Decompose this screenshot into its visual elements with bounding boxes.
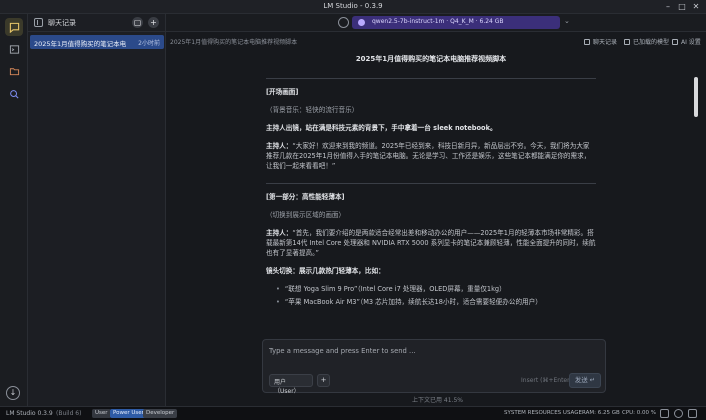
mode-developer-button[interactable]: Developer [143, 409, 178, 418]
chevron-down-icon[interactable]: ⌄ [564, 17, 570, 25]
insert-hint: Insert (⌘+Enter) [521, 377, 572, 384]
loaded-models-link[interactable]: 已加载的模型 [624, 37, 669, 46]
cpu-usage: CPU: 0.00 % [622, 410, 657, 416]
chat-item-title: 2025年1月值得购买的笔记本电脑... [34, 40, 126, 48]
section-heading: [第一部分：高性能轻薄本] [266, 193, 345, 201]
window-title: LM Studio - 0.3.9 [323, 2, 383, 10]
role-selector[interactable]: 用户（User） [269, 374, 313, 395]
stage-direction: 镜头切换：展示几款热门轻薄本，比如： [266, 267, 385, 275]
title-bar: LM Studio - 0.3.9 – □ ✕ [0, 0, 706, 14]
stage-note: （背景音乐：轻快的流行音乐） [266, 106, 359, 114]
sidebar-header: 聊天记录 ▢ + [28, 14, 166, 32]
list-item: “苹果 MacBook Air M3”（M3 芯片加持，续航长达18小时，适合需… [276, 297, 596, 307]
sidebar-title: 聊天记录 [48, 19, 76, 27]
help-icon[interactable] [674, 409, 683, 418]
chat-sidebar: 聊天记录 ▢ + 2025年1月值得购买的笔记本电脑... 2小时前 [28, 14, 166, 406]
ram-usage: RAM: 6.25 GB [582, 410, 620, 416]
model-icon [624, 39, 630, 45]
section-heading: [开场画面] [266, 88, 299, 96]
message-input[interactable] [269, 345, 599, 357]
top-toolbar: qwen2.5-7b-instruct-1m · Q4_K_M · 6.24 G… [166, 14, 706, 32]
product-list: “联想 Yoga Slim 9 Pro”（Intel Core i7 处理器，O… [276, 284, 596, 307]
new-folder-button[interactable]: ▢ [132, 17, 143, 28]
app-version: LM Studio 0.3.9 [6, 410, 53, 417]
minimize-icon[interactable]: – [662, 1, 674, 13]
scrollbar[interactable] [694, 52, 698, 352]
list-item: “联想 Yoga Slim 9 Pro”（Intel Core i7 处理器，O… [276, 284, 596, 294]
sliders-icon [672, 39, 678, 45]
message-composer: 用户（User） + Insert (⌘+Enter) 发送 ↵ [262, 339, 606, 395]
terminal-nav-button[interactable] [5, 40, 23, 58]
sidebar-toggle-icon[interactable] [34, 18, 43, 27]
maximize-icon[interactable]: □ [676, 1, 688, 13]
folder-icon [9, 67, 19, 75]
dialogue: 主持人：“大家好！欢迎来到我的频道。2025年已经到来，科技日新月异，新品层出不… [266, 142, 591, 170]
chat-nav-button[interactable] [5, 18, 23, 36]
stage-note: （切换到展示区域的画面） [266, 211, 346, 219]
settings-icon[interactable] [660, 409, 669, 418]
chat-list-item[interactable]: 2025年1月值得购买的笔记本电脑... 2小时前 [30, 35, 164, 49]
system-resources-label: SYSTEM RESOURCES USAGE: [504, 410, 584, 416]
model-icon [358, 19, 365, 26]
settings-icon[interactable] [338, 17, 349, 28]
search-nav-button[interactable] [5, 85, 23, 103]
chat-icon [9, 22, 19, 33]
new-chat-button[interactable]: + [148, 17, 159, 28]
activity-bar [0, 14, 28, 406]
model-name: qwen2.5-7b-instruct-1m · Q4_K_M · 6.24 G… [372, 18, 504, 25]
build-number: (Build 6) [56, 410, 82, 417]
model-selector[interactable]: qwen2.5-7b-instruct-1m · Q4_K_M · 6.24 G… [352, 16, 560, 29]
status-bar: LM Studio 0.3.9 (Build 6) User Power Use… [0, 406, 706, 420]
close-icon[interactable]: ✕ [690, 1, 702, 13]
history-icon [584, 39, 590, 45]
breadcrumb: 2025年1月值得购买的笔记本电脑推荐视频脚本 [170, 39, 298, 46]
chat-item-date: 2小时前 [138, 40, 160, 47]
assistant-message: 2025年1月值得购买的笔记本电脑推荐视频脚本 [开场画面] （背景音乐：轻快的… [266, 54, 596, 310]
folder-nav-button[interactable] [5, 62, 23, 80]
dialogue: 主持人：“首先，我们要介绍的是两款适合经常出差和移动办公的用户——2025年1月… [266, 229, 596, 257]
context-usage: 上下文已用 41.5% [412, 397, 463, 404]
chat-history-link[interactable]: 聊天记录 [584, 37, 617, 46]
doc-title: 2025年1月值得购买的笔记本电脑推荐视频脚本 [355, 55, 507, 63]
mode-user-button[interactable]: User [92, 409, 111, 418]
terminal-icon [9, 44, 19, 54]
search-icon [9, 89, 19, 99]
divider [266, 183, 596, 184]
divider [266, 78, 596, 79]
mode-power-user-button[interactable]: Power User [110, 409, 147, 418]
send-button[interactable]: 发送 ↵ [569, 373, 601, 388]
stage-direction: 主持人出镜，站在满是科技元素的背景下，手中拿着一台 sleek notebook… [266, 124, 497, 132]
ai-settings-link[interactable]: AI 设置 [672, 37, 701, 46]
download-icon[interactable]: ↓ [6, 386, 20, 400]
feedback-icon[interactable] [688, 409, 697, 418]
scrollbar-thumb[interactable] [694, 77, 698, 117]
attach-button[interactable]: + [317, 374, 330, 387]
